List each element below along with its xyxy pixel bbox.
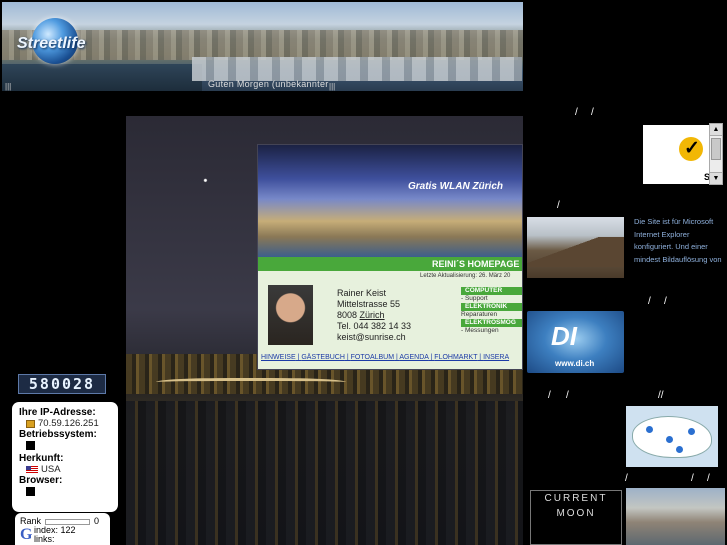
- webcam-city-image[interactable]: [626, 488, 725, 545]
- nav-gaestebuch[interactable]: GÄSTEBUCH: [301, 354, 345, 361]
- nav-agenda[interactable]: AGENDA: [399, 354, 428, 361]
- link-separator: /: [591, 107, 594, 118]
- menu-elektrosmog[interactable]: ELEKTROSMOG: [461, 319, 522, 327]
- link-separator: /: [625, 473, 628, 484]
- homepage-preview[interactable]: Gratis WLAN Zürich REINI´S HOMEPAGE Letz…: [257, 144, 523, 370]
- menu-reparaturen[interactable]: Reparaturen: [461, 311, 522, 319]
- contact-email[interactable]: keist@sunrise.ch: [337, 332, 411, 343]
- weather-dot-icon: [688, 428, 695, 435]
- google-g-icon: G: [20, 526, 33, 543]
- link-separator: /: [707, 473, 710, 484]
- scroll-up-icon[interactable]: ▲: [710, 124, 722, 136]
- contact-name: Rainer Keist: [337, 288, 387, 298]
- ip-value: 70.59.126.251: [38, 418, 99, 429]
- menu-computer[interactable]: COMPUTER: [461, 287, 522, 295]
- contact-city-line: 8008 Zürich: [337, 310, 411, 321]
- rank-stats: index: 122 links:: [34, 526, 76, 544]
- ip-value-row: 70.59.126.251: [26, 418, 111, 429]
- site-logo[interactable]: Streetlife: [17, 35, 85, 53]
- greeting-text: Guten Morgen (unbekannter: [208, 79, 329, 89]
- scroll-down-icon[interactable]: ▼: [710, 172, 722, 184]
- os-label: Betriebssystem:: [19, 429, 97, 440]
- checkmark-icon: [679, 137, 703, 161]
- banner-left-marks: |||: [5, 82, 12, 91]
- homepage-side-menu: COMPUTER - Support ELEKTRONIK Reparature…: [461, 287, 522, 335]
- link-separator: //: [658, 390, 664, 401]
- link-separator: /: [557, 200, 560, 211]
- origin-label: Herkunft:: [19, 453, 64, 464]
- ip-label: Ihre IP-Adresse:: [19, 407, 96, 418]
- contact-phone: Tel. 044 382 14 33: [337, 321, 412, 331]
- link-separator: /: [648, 296, 651, 307]
- browser-label: Browser:: [19, 475, 63, 486]
- visitor-counter: 580028: [18, 374, 106, 394]
- night-bridge: [156, 378, 346, 388]
- rank-value: 0: [94, 516, 100, 526]
- weather-dot-icon: [646, 426, 653, 433]
- weather-dot-icon: [676, 446, 683, 453]
- scroll-thumb[interactable]: [711, 138, 721, 160]
- homepage-title: REINI´S HOMEPAGE: [432, 259, 520, 269]
- homepage-nav: HINWEISE | GÄSTEBUCH | FOTOALBUM | AGEND…: [261, 354, 510, 361]
- contact-zip: 8008: [337, 310, 358, 320]
- menu-support[interactable]: - Support: [461, 295, 522, 303]
- us-flag-icon: [26, 465, 38, 474]
- nav-fotoalbum[interactable]: FOTOALBUM: [351, 354, 394, 361]
- homepage-header-image: [258, 145, 522, 257]
- links-count: links:: [34, 534, 55, 544]
- weather-map[interactable]: [626, 406, 718, 467]
- homepage-banner-text: Gratis WLAN Zürich: [408, 181, 504, 192]
- nav-inserate[interactable]: INSERA: [483, 354, 509, 361]
- link-separator: /: [548, 390, 551, 401]
- author-photo: [268, 285, 313, 345]
- di-logo-text: DI: [551, 321, 577, 351]
- browser-icon: [26, 487, 35, 496]
- nav-hinweise[interactable]: HINWEISE: [261, 354, 296, 361]
- contact-street: Mittelstrasse 55: [337, 299, 401, 309]
- moon-title-line1: CURRENT: [544, 493, 608, 504]
- webcam-mountain-image[interactable]: [527, 217, 624, 278]
- moon-title-line2: MOON: [556, 508, 596, 519]
- lake-reflection: [126, 401, 523, 545]
- site-info-text: Die Site ist für Microsoft Internet Expl…: [634, 217, 722, 264]
- network-icon: [26, 419, 35, 428]
- contact-city-link[interactable]: Zürich: [360, 310, 385, 320]
- nav-flohmarkt[interactable]: FLOHMARKT: [434, 354, 477, 361]
- last-updated: Letzte Aktualisierung: 26. März 20: [420, 273, 511, 279]
- link-separator: /: [566, 390, 569, 401]
- origin-value: USA: [41, 464, 61, 475]
- origin-value-row: USA: [26, 464, 111, 475]
- norton-secured-badge[interactable]: S: [643, 125, 710, 184]
- banner-lake: [2, 64, 202, 91]
- visitor-info-box: Ihre IP-Adresse: 70.59.126.251 Betriebss…: [12, 402, 118, 512]
- header-banner[interactable]: Streetlife ||| Guten Morgen (unbekannter…: [2, 2, 523, 91]
- badge-scrollbar[interactable]: ▲ ▼: [709, 123, 723, 185]
- banner-rooftops: [192, 57, 522, 81]
- menu-elektronik[interactable]: ELEKTRONIK: [461, 303, 522, 311]
- link-separator: /: [575, 107, 578, 118]
- link-separator: /: [691, 473, 694, 484]
- di-url-text: www.di.ch: [555, 359, 595, 368]
- menu-messungen[interactable]: - Messungen: [461, 327, 522, 335]
- os-icon: [26, 441, 35, 450]
- weather-dot-icon: [666, 436, 673, 443]
- rank-bar: [45, 518, 91, 525]
- link-separator: /: [664, 296, 667, 307]
- di-logo-banner[interactable]: DI www.di.ch: [527, 311, 624, 373]
- google-rank-box[interactable]: Rank 0 G index: 122 links:: [15, 513, 110, 545]
- contact-address: Rainer Keist Mittelstrasse 55 8008 Züric…: [337, 288, 411, 343]
- current-moon-widget[interactable]: CURRENT MOON: [530, 490, 622, 545]
- banner-right-marks: |||: [329, 82, 336, 91]
